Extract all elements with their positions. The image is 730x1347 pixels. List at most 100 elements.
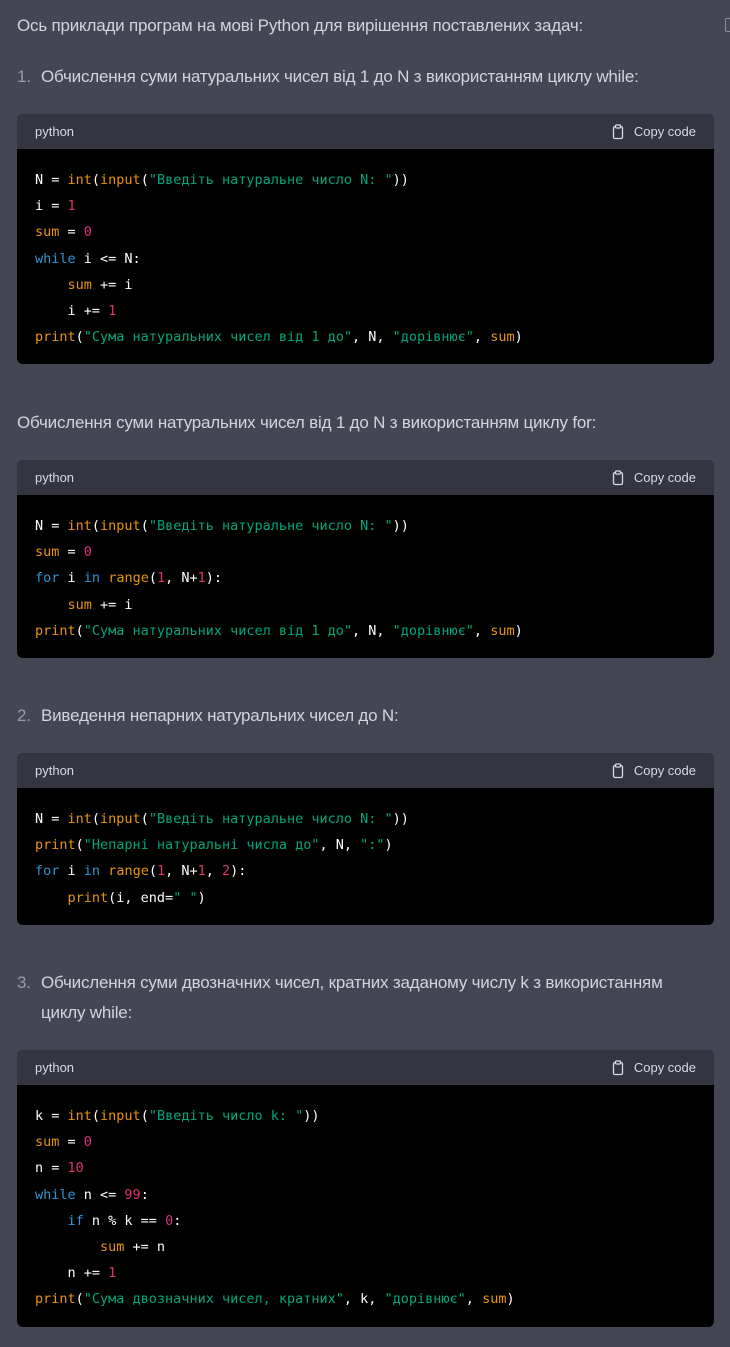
code-content[interactable]: N = int(input("Введіть натуральне число … [17, 495, 714, 658]
code-text: , k, [343, 1291, 385, 1308]
code-block-1: python Copy code N = int(input("Введіть … [17, 114, 714, 365]
code-string: "дорівнює" [392, 622, 474, 639]
code-text: (i, end= [108, 889, 174, 906]
code-text: n <= [75, 1186, 125, 1203]
code-number: 1 [156, 570, 166, 587]
code-text: ) [506, 1291, 515, 1308]
code-text: , N+ [165, 863, 198, 880]
code-header: python Copy code [17, 460, 714, 495]
code-variable: sum [35, 224, 60, 241]
code-text: , [473, 622, 491, 639]
code-line: N = int(input("Введіть натуральне число … [35, 167, 696, 193]
code-language: python [35, 763, 75, 778]
code-text: , [465, 1291, 483, 1308]
code-variable: sum [35, 544, 60, 561]
code-text: ( [91, 172, 101, 188]
code-text: ( [91, 518, 101, 534]
code-function: input [100, 518, 141, 534]
code-string: "дорівнює" [392, 329, 474, 346]
code-text: ) [514, 329, 523, 346]
code-number: 0 [165, 1212, 174, 1229]
code-text: += i [91, 276, 133, 293]
code-content[interactable]: k = int(input("Введіть число k: ")) sum =… [17, 1085, 714, 1327]
code-header: python Copy code [17, 114, 714, 149]
code-text: ( [91, 811, 101, 827]
copy-message-icon[interactable] [725, 18, 730, 32]
code-text: ( [75, 329, 84, 346]
code-line: print("Непарні натуральні числа до", N, … [35, 832, 696, 858]
code-number: 0 [83, 544, 92, 561]
section-heading: Обчислення суми натуральних чисел від 1 … [41, 67, 639, 86]
list-number: 1. [17, 67, 31, 86]
code-header: python Copy code [17, 1050, 714, 1085]
list-item-2: 2. Виведення непарних натуральних чисел … [17, 701, 710, 731]
code-string: " " [173, 889, 198, 906]
code-number: 0 [83, 224, 92, 241]
code-text: += i [91, 596, 133, 613]
code-number: 1 [197, 863, 206, 880]
code-variable: sum [490, 622, 515, 639]
list-number: 2. [17, 706, 31, 725]
code-string: "Сума двозначних чисел, кратних" [83, 1291, 344, 1308]
code-line: N = int(input("Введіть натуральне число … [35, 513, 696, 539]
code-text: ) [197, 889, 206, 906]
code-text: : [140, 1186, 149, 1203]
section-heading: Обчислення суми натуральних чисел від 1 … [17, 413, 597, 432]
code-line: sum += i [35, 592, 696, 618]
list-item-1: 1. Обчислення суми натуральних чисел від… [17, 62, 710, 92]
code-text: : [173, 1212, 182, 1229]
copy-code-label: Copy code [633, 124, 696, 139]
code-text: ): [230, 863, 247, 880]
code-keyword: while [35, 1186, 76, 1203]
code-content[interactable]: N = int(input("Введіть натуральне число … [17, 788, 714, 925]
copy-code-button[interactable]: Copy code [610, 1059, 696, 1076]
code-line: while n <= 99: [35, 1182, 696, 1208]
code-function: print [67, 889, 109, 906]
code-function: range [108, 863, 149, 880]
code-text: )) [303, 1108, 320, 1124]
code-content[interactable]: N = int(input("Введіть натуральне число … [17, 149, 714, 364]
code-function: int [67, 518, 92, 534]
code-text: , [205, 863, 223, 880]
code-keyword: in [83, 570, 101, 587]
code-line: if n % k == 0: [35, 1208, 696, 1234]
code-text: )) [392, 811, 409, 827]
code-string: "Введіть натуральне число N: " [148, 518, 393, 534]
code-block-2: python Copy code N = int(input("Введіть … [17, 460, 714, 658]
code-text: i [59, 863, 84, 880]
code-text: ( [75, 1291, 84, 1308]
code-text: ( [140, 811, 149, 827]
code-keyword: if [67, 1212, 84, 1229]
code-variable: sum [67, 276, 92, 293]
copy-code-button[interactable]: Copy code [610, 123, 696, 140]
copy-code-button[interactable]: Copy code [610, 469, 696, 486]
code-text: ( [75, 837, 84, 854]
copy-code-label: Copy code [633, 1060, 696, 1075]
clipboard-icon [612, 123, 623, 139]
code-text: , N, [319, 837, 361, 854]
code-header: python Copy code [17, 753, 714, 788]
code-language: python [35, 470, 75, 485]
code-language: python [35, 124, 75, 139]
code-string: "Сума натуральних чисел від 1 до" [83, 622, 352, 639]
copy-code-label: Copy code [633, 763, 696, 778]
code-text: ( [140, 518, 149, 534]
code-text: i <= N: [75, 250, 141, 267]
code-variable: sum [67, 596, 92, 613]
code-number: 1 [108, 302, 117, 319]
code-function: input [100, 172, 141, 188]
code-variable: sum [100, 1238, 125, 1255]
code-string: "Введіть натуральне число N: " [148, 811, 393, 827]
clipboard-icon [612, 469, 623, 485]
code-text: n % k == [83, 1212, 166, 1229]
code-block-3: python Copy code N = int(input("Введіть … [17, 753, 714, 925]
code-number: 1 [108, 1265, 117, 1282]
code-function: input [100, 811, 141, 827]
code-function: print [35, 329, 76, 346]
code-function: print [35, 1291, 76, 1308]
clipboard-icon [612, 762, 623, 778]
copy-code-button[interactable]: Copy code [610, 762, 696, 779]
code-text: ( [91, 1108, 101, 1124]
